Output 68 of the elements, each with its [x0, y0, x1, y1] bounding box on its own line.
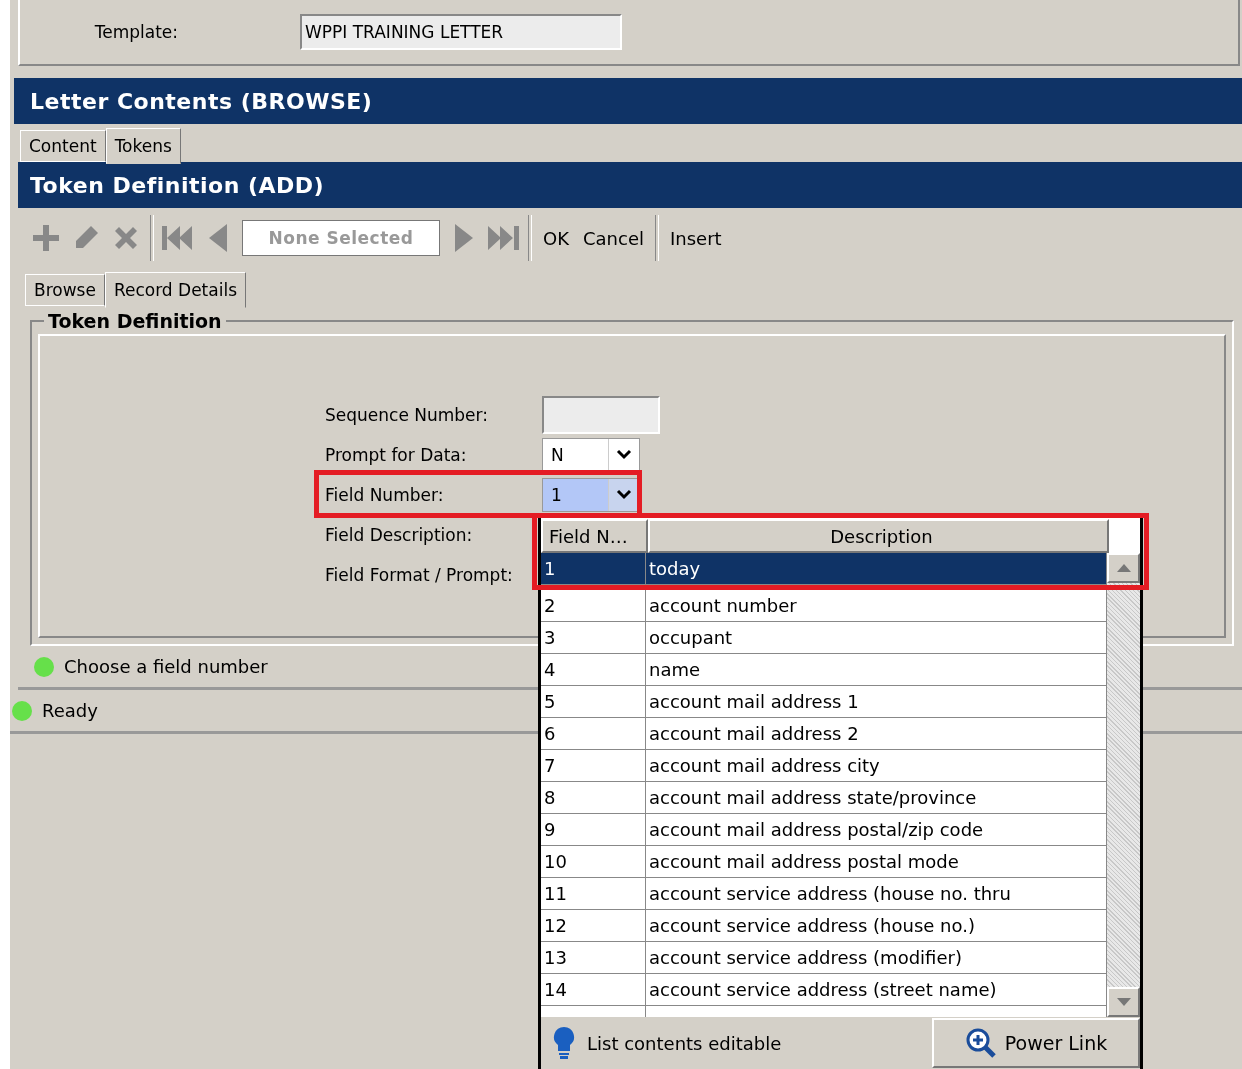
- dropdown-field[interactable]: 1: [542, 478, 640, 512]
- table-cell: 9: [541, 814, 646, 845]
- skip-back-icon: [162, 225, 194, 251]
- template-label: Template:: [93, 22, 179, 42]
- triangle-down-icon: [1116, 998, 1131, 1006]
- table-cell: 2: [541, 590, 646, 621]
- status-text: Ready: [42, 700, 98, 721]
- list-row[interactable]: 6 account mail address 2: [541, 718, 1107, 750]
- list-row[interactable]: 2 account number: [541, 590, 1107, 622]
- column-header[interactable]: Description: [648, 519, 1109, 553]
- template-field[interactable]: WPPI TRAINING LETTER: [300, 14, 622, 50]
- scroll-down-button[interactable]: [1107, 987, 1140, 1017]
- tab[interactable]: Record Details: [104, 272, 246, 308]
- section-header: Token Definition (ADD): [18, 162, 1242, 208]
- hint-text: Choose a field number: [64, 656, 268, 677]
- table-cell: 4: [541, 654, 646, 685]
- table-cell: 14: [541, 974, 646, 1005]
- column-header[interactable]: Field N…: [541, 519, 648, 553]
- toolbar-button[interactable]: Cancel: [580, 227, 647, 249]
- status-dot: [34, 656, 54, 677]
- list-row[interactable]: 5 account mail address 1: [541, 686, 1107, 718]
- scroll-up-button[interactable]: [1107, 553, 1140, 583]
- toolbar-button[interactable]: Insert: [666, 227, 725, 249]
- field-label: Sequence Number:: [325, 405, 489, 425]
- triangle-up-icon: [1116, 564, 1131, 572]
- list-row[interactable]: 14 account service address (street name): [541, 974, 1107, 1006]
- list-row[interactable]: 9 account mail address postal/zip code: [541, 814, 1107, 846]
- table-cell: 5: [541, 686, 646, 717]
- zoom-in-icon: [964, 1027, 997, 1059]
- list-row[interactable]: 7 account mail address city: [541, 750, 1107, 782]
- chevron-down-icon: [616, 489, 632, 501]
- lightbulb-icon: [553, 1026, 575, 1060]
- dropdown-field[interactable]: N: [542, 438, 640, 472]
- list-row[interactable]: 13 account service address (modifier): [541, 942, 1107, 974]
- power-link-button[interactable]: Power Link: [932, 1018, 1140, 1068]
- tab[interactable]: Tokens: [105, 128, 181, 164]
- skip-forward-icon: [488, 225, 520, 251]
- list-row[interactable]: 10 account mail address postal mode: [541, 846, 1107, 878]
- table-cell: 11: [541, 878, 646, 909]
- field-label: Field Description:: [325, 525, 474, 545]
- list-row[interactable]: 12 account service address (house no.): [541, 910, 1107, 942]
- table-cell: 7: [541, 750, 646, 781]
- input-field[interactable]: [542, 396, 660, 434]
- section-header: Letter Contents (BROWSE): [14, 78, 1242, 124]
- footer-note: List contents editable: [587, 1032, 782, 1054]
- field-label: Prompt for Data:: [325, 445, 468, 465]
- table-cell: 12: [541, 910, 646, 941]
- toolbar-button[interactable]: OK: [540, 227, 572, 249]
- table-cell: 10: [541, 846, 646, 877]
- list-row[interactable]: 4 name: [541, 654, 1107, 686]
- table-cell: 3: [541, 622, 646, 653]
- list-row[interactable]: 11 account service address (house no. thru: [541, 878, 1107, 910]
- table-cell: 1: [541, 553, 646, 584]
- tab[interactable]: Content: [20, 130, 106, 162]
- table-cell: 13: [541, 942, 646, 973]
- list-row[interactable]: 1 today: [541, 553, 1107, 585]
- list-row[interactable]: 3 occupant: [541, 622, 1107, 654]
- plus-icon: [31, 223, 61, 253]
- field-label: Field Number:: [325, 485, 445, 505]
- field-label: Field Format / Prompt:: [325, 565, 514, 585]
- table-cell: 8: [541, 782, 646, 813]
- list-row[interactable]: 8 account mail address state/province: [541, 782, 1107, 814]
- tab[interactable]: Browse: [25, 274, 105, 306]
- status-dot: [12, 700, 32, 721]
- triangle-left-icon: [207, 223, 229, 253]
- triangle-right-icon: [453, 223, 475, 253]
- table-cell: 6: [541, 718, 646, 749]
- chevron-down-icon: [616, 449, 632, 461]
